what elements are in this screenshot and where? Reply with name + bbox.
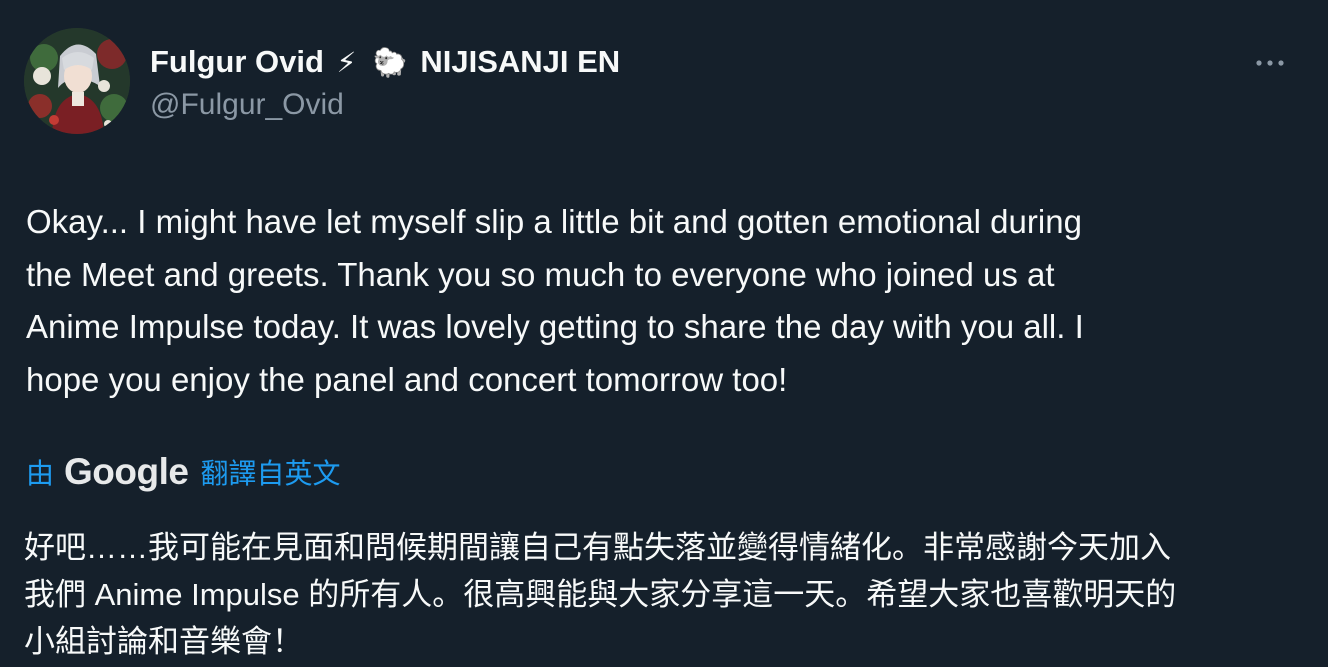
translated-text: 好吧……我可能在見面和問候期間讓自己有點失落並變得情緒化。非常感謝今天加入 我們…: [24, 530, 1177, 659]
translation-attribution[interactable]: 由 Google 翻譯自英文: [26, 450, 340, 494]
author-affiliation: NIJISANJI EN: [420, 44, 621, 79]
avatar[interactable]: [24, 28, 130, 134]
more-horizontal-icon: [1256, 60, 1284, 66]
sheep-icon: 🐑: [372, 47, 408, 78]
author-handle[interactable]: @Fulgur_Ovid: [150, 86, 344, 124]
tweet-text: Okay... I might have let myself slip a l…: [26, 203, 1084, 398]
author-display-name-row[interactable]: Fulgur Ovid ⚡ 🐑 NIJISANJI EN: [150, 42, 620, 83]
lightning-icon: ⚡: [336, 47, 357, 78]
translation-prefix: 由: [26, 458, 55, 489]
tweet-card: Fulgur Ovid ⚡ 🐑 NIJISANJI EN @Fulgur_Ovi…: [0, 0, 1328, 667]
more-options-button[interactable]: [1248, 50, 1292, 76]
author-display-name[interactable]: Fulgur Ovid: [150, 44, 324, 79]
avatar-illustration: [24, 28, 130, 134]
google-logo: Google: [64, 451, 189, 492]
translation-source-language: 翻譯自英文: [200, 458, 341, 489]
